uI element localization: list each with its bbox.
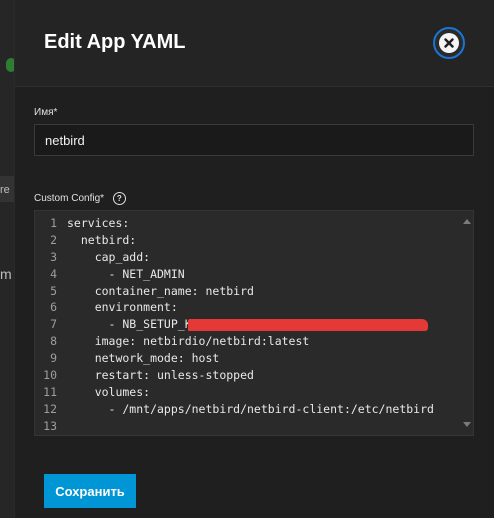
line-number: 13 — [43, 418, 57, 433]
background-text: m — [0, 266, 12, 282]
close-button[interactable] — [433, 27, 465, 59]
code-line-row: 6 environment: — [35, 299, 473, 316]
save-button[interactable]: Сохранить — [44, 474, 136, 508]
dialog-title: Edit App YAML — [44, 31, 186, 53]
code-line: container_name: netbird — [67, 283, 254, 298]
scroll-down-icon[interactable] — [463, 422, 471, 427]
code-line: environment: — [67, 300, 178, 315]
code-line-row: 12 - /mnt/apps/netbird/netbird-client:/e… — [35, 401, 473, 418]
code-line: services: — [67, 216, 130, 230]
line-number: 12 — [43, 401, 57, 416]
close-icon — [439, 33, 459, 53]
line-number: 4 — [50, 266, 57, 281]
line-number: 10 — [43, 368, 57, 383]
required-mark: * — [53, 107, 58, 118]
required-mark: * — [100, 193, 105, 205]
name-label-text: Имя — [34, 107, 54, 118]
line-number: 5 — [50, 283, 57, 298]
yaml-code-editor[interactable]: 1 services: 2 netbird: 3 cap_add: 4 - NET_AD… — [34, 210, 474, 436]
line-number: 1 — [50, 216, 57, 230]
help-icon[interactable]: ? — [112, 192, 126, 205]
code-line: netbird: — [67, 232, 137, 247]
code-line: volumes: — [67, 384, 151, 399]
code-line: restart: unless-stopped — [67, 368, 254, 383]
line-number: 7 — [50, 317, 57, 332]
code-line: - NET_ADMIN — [67, 266, 185, 281]
code-line: cap_add: — [67, 249, 151, 264]
line-number: 6 — [50, 300, 57, 315]
redacted-setup-key — [188, 319, 428, 331]
code-line: image: netbirdio/netbird:latest — [67, 334, 310, 349]
line-number: 11 — [43, 384, 57, 399]
code-line-row: 1 services: — [35, 215, 473, 232]
code-line-row: 4 - NET_ADMIN — [35, 266, 473, 283]
background-text: re — [0, 184, 10, 196]
code-line-row: 10 restart: unless-stopped — [35, 367, 473, 384]
code-line: network_mode: host — [67, 351, 220, 366]
code-line-row: 11 volumes: — [35, 384, 473, 401]
name-label: Имя* — [34, 107, 57, 118]
code-line-row: 8 image: netbirdio/netbird:latest — [35, 333, 473, 350]
custom-config-label: Custom Config* ? — [34, 192, 126, 205]
code-line-row: 3 cap_add: — [35, 249, 473, 266]
dialog-header: Edit App YAML — [15, 0, 494, 87]
code-line-row: 13 — [35, 418, 473, 435]
line-number: 8 — [50, 334, 57, 349]
name-input[interactable] — [34, 124, 474, 156]
line-number: 9 — [50, 351, 57, 366]
background-page: re m — [0, 0, 16, 518]
code-line: - /mnt/apps/netbird/netbird-client:/etc/… — [67, 401, 434, 416]
edit-app-yaml-dialog: Edit App YAML Имя* Custom Config* ? 1ser… — [14, 0, 494, 518]
line-number: 3 — [50, 249, 57, 264]
line-number: 2 — [50, 232, 57, 247]
code-line-row: 5 container_name: netbird — [35, 283, 473, 300]
scroll-up-icon[interactable] — [463, 219, 471, 224]
custom-config-label-text: Custom Config — [34, 193, 101, 205]
code-line-row: 9 network_mode: host — [35, 350, 473, 367]
code-line-row: 2 netbird: — [35, 232, 473, 249]
